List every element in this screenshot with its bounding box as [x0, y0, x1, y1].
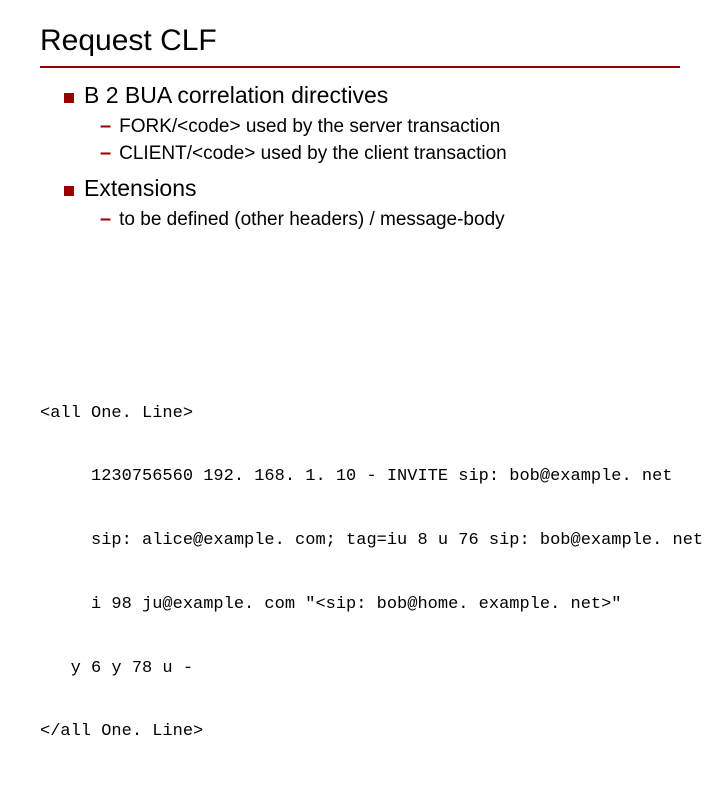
sub-text: CLIENT/<code> used by the client transac… [119, 143, 507, 165]
sub-text: FORK/<code> used by the server transacti… [119, 116, 500, 138]
square-bullet-icon [64, 93, 74, 103]
bullet-text: Extensions [84, 175, 197, 202]
sub-list: – FORK/<code> used by the server transac… [100, 115, 680, 165]
page-title: Request CLF [40, 24, 680, 58]
code-line: 1230756560 192. 168. 1. 10 - INVITE sip:… [40, 466, 680, 487]
code-line: i 98 ju@example. com "<sip: bob@home. ex… [40, 594, 680, 615]
dash-icon: – [100, 142, 111, 165]
sub-item: – to be defined (other headers) / messag… [100, 208, 680, 231]
code-line: </all One. Line> [40, 721, 680, 742]
bullet-text: B 2 BUA correlation directives [84, 82, 388, 109]
code-line: y 6 y 78 u - [40, 658, 680, 679]
code-line: <all One. Line> [40, 403, 680, 424]
bullet-item: B 2 BUA correlation directives [64, 82, 680, 109]
sub-list: – to be defined (other headers) / messag… [100, 208, 680, 231]
sub-item: – CLIENT/<code> used by the client trans… [100, 142, 680, 165]
bullet-section: B 2 BUA correlation directives – FORK/<c… [64, 82, 680, 231]
dash-icon: – [100, 208, 111, 231]
code-block: <all One. Line> 1230756560 192. 168. 1. … [40, 360, 680, 785]
sub-item: – FORK/<code> used by the server transac… [100, 115, 680, 138]
code-line: sip: alice@example. com; tag=iu 8 u 76 s… [40, 530, 680, 551]
bullet-item: Extensions [64, 175, 680, 202]
square-bullet-icon [64, 186, 74, 196]
slide: Request CLF B 2 BUA correlation directiv… [0, 0, 720, 540]
sub-text: to be defined (other headers) / message-… [119, 209, 505, 231]
dash-icon: – [100, 115, 111, 138]
title-rule [40, 66, 680, 68]
